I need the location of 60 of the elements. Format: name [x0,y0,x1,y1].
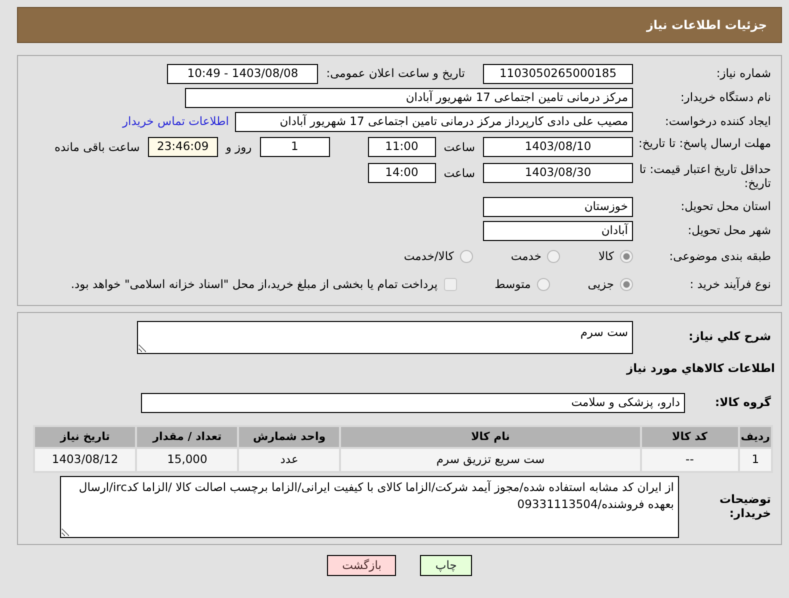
field-label: شماره نیاز: [715,67,772,81]
table-cell: 1403/08/12 [34,448,136,472]
table-cell: 1 [738,448,772,472]
field-value: 11:00 [368,137,436,157]
field-value: مصیب علی دادی کارپرداز مرکز درمانی تامین اجتماعی 17 شهریور آبادان [235,112,633,132]
field-label: روز و [224,139,253,156]
field-label: استان محل تحویل: [680,200,772,214]
field-label: ساعت باقی مانده [54,139,141,156]
field-value: 14:00 [368,163,436,183]
contact-link[interactable]: اطلاعات تماس خریدار [122,113,235,131]
radio-button[interactable] [620,278,633,292]
column-header: تعداد / مقدار [136,426,238,448]
column-header: ردیف [738,426,772,448]
field-value: 1 [260,137,330,157]
option-label: کالا/خدمت [404,248,454,265]
radio-button[interactable] [547,250,560,264]
column-header: واحد شمارش [238,426,340,448]
column-header: کد کالا [640,426,739,448]
field-value: 23:46:09 [148,137,218,157]
field-label: مهلت ارسال پاسخ: تا تاریخ: [637,137,772,151]
option-label: خدمت [510,248,542,265]
field-value: 1403/08/08 - 10:49 [167,64,318,84]
print-button[interactable]: چاپ [420,554,472,576]
description-field[interactable]: ست سرم [137,320,633,354]
table-cell: -- [640,448,739,472]
page-title: جزئیات اطلاعات نیاز [17,7,782,43]
field-value: 1103050265000185 [483,64,633,84]
option-label: پرداخت تمام یا بخشی از مبلغ خرید،از محل "اسناد خزانه اسلامی" خواهد بود. [70,276,438,293]
field-value: مرکز درمانی تامین اجتماعی 17 شهریور آبادان [185,88,633,108]
field-value: خوزستان [483,196,633,217]
field-value: دارو، پزشکی و سلامت [141,392,685,413]
radio-button[interactable] [620,250,633,264]
column-header: تاریخ نیاز [34,426,136,448]
field-label: توضیحات خریدار: [718,493,772,521]
field-label: حداقل تاریخ اعتبار قیمت: تا تاریخ: [638,163,772,191]
option-label: کالا [598,248,614,265]
table-cell: عدد [238,448,340,472]
field-label: نام دستگاه خریدار: [679,91,772,105]
field-value: 1403/08/30 [483,163,633,183]
field-value: 1403/08/10 [483,137,633,157]
field-label: شرح كلي نياز: [688,330,772,344]
field-label: شهر محل تحویل: [686,224,772,238]
field-label: ساعت [442,139,476,156]
field-label: طبقه بندی موضوعی: [668,250,772,264]
option-label: جزیی [588,276,614,293]
radio-button[interactable] [536,278,550,292]
field-value: آبادان [483,220,633,241]
notes-field[interactable]: از ایران کد مشابه استفاده شده/مجوز آیمد شرکت/الزاما کالای با کیفیت ایرانی/الزاما برچسب اصالت کالا /الزاما کدirc/ارسال بعهده فروشنده/09331113504 [60,476,679,538]
table-cell: 15,000 [136,448,238,472]
back-button[interactable]: بازگشت [327,554,396,576]
field-label: ساعت [442,165,476,182]
field-label: ایجاد کننده درخواست: [664,115,772,129]
column-header: نام کالا [340,426,641,448]
field-label: گروه کالا: [714,396,772,410]
option-label: متوسط [494,276,531,293]
field-label: تاریخ و ساعت اعلان عمومی: [325,65,466,82]
field-label: نوع فرآیند خرید : [688,278,772,292]
section-heading: اطلاعات كالاهاي مورد نياز [625,360,776,377]
radio-button[interactable] [460,250,473,264]
table-cell: ست سریع تزریق سرم [340,448,641,472]
